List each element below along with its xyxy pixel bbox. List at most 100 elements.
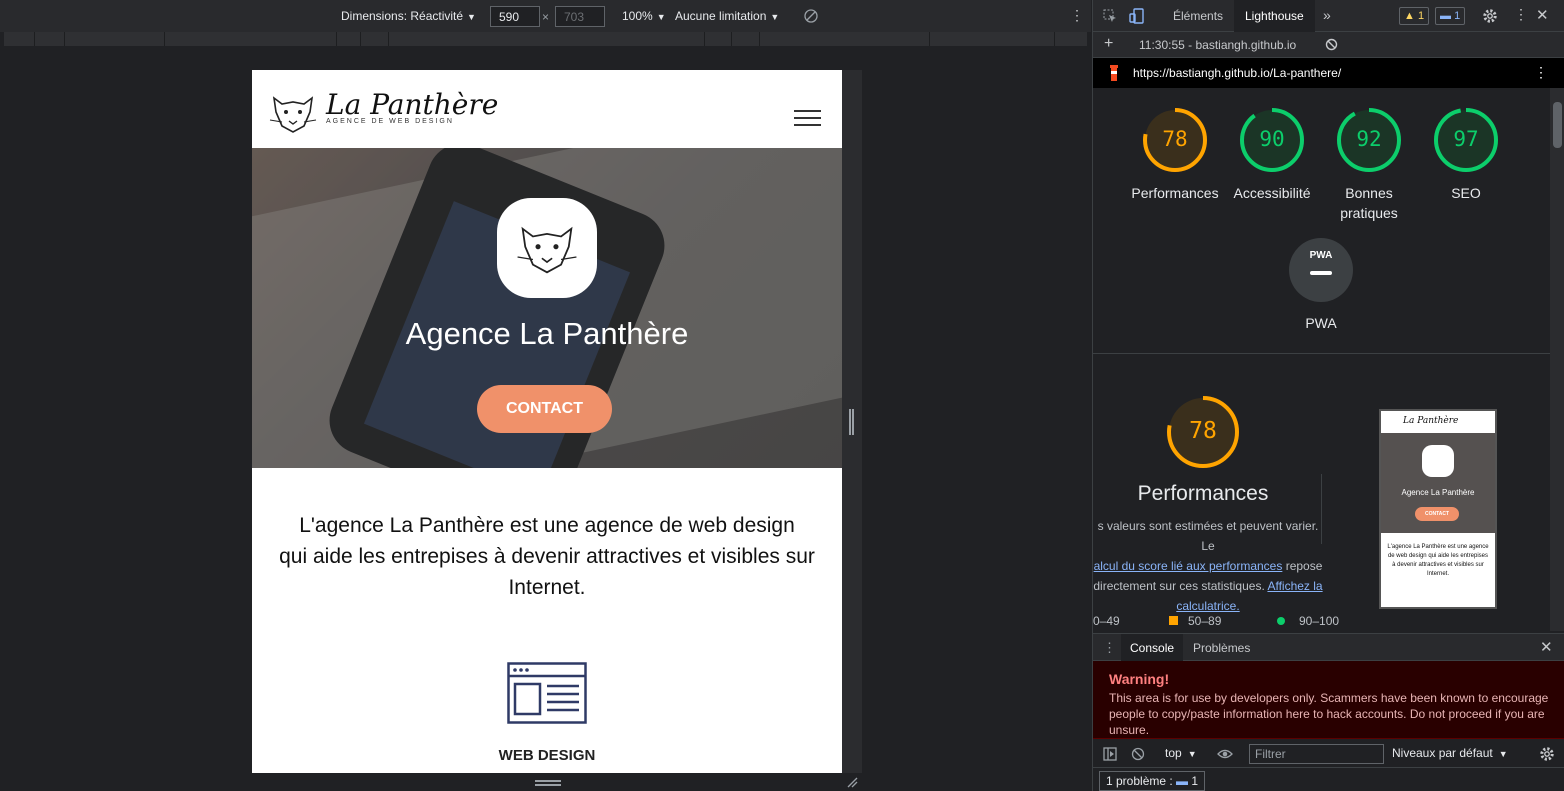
console-warning: Warning! This area is for use by develop… (1093, 661, 1564, 739)
warnings-badge[interactable]: ▲ 1 (1399, 7, 1430, 25)
contact-button[interactable]: CONTACT (477, 385, 612, 433)
tab-lighthouse[interactable]: Lighthouse (1234, 0, 1315, 32)
sidebar-toggle-icon[interactable] (1103, 747, 1117, 761)
live-expression-eye-icon[interactable] (1217, 747, 1233, 761)
throttle-value: Aucune limitation (675, 9, 767, 23)
score-label: Accessibilité (1233, 185, 1311, 201)
report-selector[interactable]: 11:30:55 - bastiangh.github.io (1139, 38, 1296, 52)
report-scrollbar[interactable] (1550, 88, 1564, 631)
score-label: SEO (1451, 185, 1481, 201)
lighthouse-icon (1110, 65, 1118, 81)
device-toolbar-icon[interactable] (1129, 8, 1145, 24)
score-gauge[interactable]: 78 (1142, 107, 1208, 173)
score-label: Bonnes pratiques (1340, 185, 1398, 221)
perf-desc-line3: directement sur ces statistiques. (1093, 579, 1265, 593)
console-settings-icon[interactable] (1539, 746, 1555, 762)
times-sign: × (542, 10, 550, 24)
legend-pass: 90–100 (1277, 614, 1339, 628)
perf-desc-prefix: s valeurs sont estimées et peuvent varie… (1097, 519, 1319, 553)
score-value: 92 (1356, 127, 1382, 151)
console-toolbar: top ▼ Filtrer Niveaux par défaut ▼ (1093, 740, 1564, 768)
legend-pass-range: 90–100 (1299, 614, 1340, 628)
warning-text: This area is for use by developers only.… (1109, 691, 1549, 737)
log-levels-dropdown[interactable]: Niveaux par défaut ▼ (1392, 746, 1508, 760)
thumbnail-hero: Agence La Panthère CONTACT (1381, 433, 1495, 533)
performance-gauge-large: 78 (1166, 395, 1240, 469)
clear-console-icon[interactable] (1131, 747, 1145, 761)
message-icon: ▬ (1440, 10, 1451, 22)
calculator-link[interactable]: calculatrice. (1176, 599, 1239, 613)
caret-down-icon: ▼ (1187, 749, 1197, 759)
score-gauge[interactable]: 92 (1336, 107, 1402, 173)
throttle-dropdown[interactable]: Aucune limitation ▼ (675, 9, 779, 23)
devtools-tabbar: Éléments Lighthouse » ▲ 1 ▬ 1 ⋮ ✕ (1093, 0, 1564, 32)
log-levels-value: Niveaux par défaut (1392, 746, 1493, 760)
dimensions-label: Dimensions: Réactivité (341, 9, 464, 23)
devtools-panel: Éléments Lighthouse » ▲ 1 ▬ 1 ⋮ ✕ + 11:3… (1092, 0, 1564, 791)
close-drawer-icon[interactable]: ✕ (1540, 638, 1553, 656)
settings-gear-icon[interactable] (1482, 8, 1498, 24)
height-input[interactable]: 703 (555, 6, 605, 27)
warnings-count: 1 (1417, 10, 1425, 22)
drawer-menu-icon[interactable]: ⋮ (1103, 640, 1116, 656)
report-menu-icon[interactable]: ⋮ (1534, 64, 1548, 81)
brand-title[interactable]: La Panthère (326, 88, 498, 121)
context-selector[interactable]: top ▼ (1165, 746, 1197, 760)
hamburger-menu-icon[interactable] (794, 110, 821, 126)
hero-title: Agence La Panthère (405, 316, 689, 351)
tab-problems[interactable]: Problèmes (1193, 641, 1250, 655)
more-tabs-icon[interactable]: » (1323, 7, 1331, 23)
inspect-element-icon[interactable] (1103, 9, 1117, 23)
more-options-icon[interactable]: ⋮ (1070, 7, 1084, 24)
hero-section: Agence La Panthère CONTACT (252, 148, 842, 468)
legend-fail-range: 0–49 (1093, 614, 1120, 628)
context-value: top (1165, 746, 1182, 760)
tab-elements[interactable]: Éléments (1173, 9, 1223, 23)
pwa-gauge[interactable]: PWA (1289, 238, 1353, 302)
messages-count: 1 (1454, 10, 1461, 22)
score-gauge[interactable]: 97 (1433, 107, 1499, 173)
resize-handle-bottom[interactable] (535, 780, 561, 786)
pass-circle-icon (1277, 617, 1285, 625)
score-value: 97 (1453, 127, 1479, 151)
panther-logo-icon[interactable] (268, 92, 318, 134)
caret-down-icon: ▼ (656, 12, 666, 22)
width-input[interactable]: 590 (490, 6, 540, 27)
thumbnail-hero-title: Agence La Panthère (1401, 488, 1475, 497)
performance-score-large: 78 (1189, 418, 1217, 444)
caret-down-icon: ▼ (467, 12, 476, 22)
hero-logo (497, 198, 597, 298)
problems-label: 1 problème : (1106, 774, 1173, 788)
report-url[interactable]: https://bastiangh.github.io/La-panthere/ (1133, 66, 1341, 80)
console-filter-input[interactable]: Filtrer (1249, 744, 1384, 764)
intro-text: L'agence La Panthère est une agence de w… (252, 510, 842, 603)
messages-badge[interactable]: ▬ 1 (1435, 7, 1466, 25)
screen-root: { "device_toolbar": { "dimensions_label"… (0, 0, 1564, 791)
devtools-more-icon[interactable]: ⋮ (1514, 6, 1528, 23)
resize-corner-icon[interactable] (846, 776, 858, 788)
pwa-badge-text: PWA (1309, 250, 1333, 261)
problems-count: 1 (1191, 774, 1199, 788)
clear-reports-icon[interactable] (1325, 38, 1338, 51)
score-calculation-link[interactable]: alcul du score lié aux performances (1094, 559, 1283, 573)
problems-counter[interactable]: 1 problème : ▬ 1 (1099, 771, 1206, 791)
lighthouse-report: 78 Performances 90 Accessibilité 92 Bonnes pra… (1093, 88, 1550, 631)
emulated-page: La Panthère AGENCE DE WEB DESIGN Agence … (252, 70, 842, 773)
score-value: 90 (1259, 127, 1285, 151)
caret-down-icon: ▼ (1498, 749, 1508, 759)
zoom-dropdown[interactable]: 100% ▼ (622, 9, 666, 23)
site-header: La Panthère AGENCE DE WEB DESIGN (252, 70, 842, 148)
close-devtools-icon[interactable]: ✕ (1536, 6, 1549, 24)
problems-message-icon: ▬ (1176, 774, 1189, 788)
zoom-value: 100% (622, 9, 653, 23)
dimensions-dropdown[interactable]: Dimensions: Réactivité ▼ (341, 9, 476, 23)
resize-handle-right[interactable] (849, 409, 854, 435)
rotate-icon[interactable] (803, 8, 819, 24)
pwa-badge-icon (1289, 238, 1353, 302)
score-gauge[interactable]: 90 (1239, 107, 1305, 173)
warning-icon: ▲ (1404, 10, 1415, 22)
screenshot-thumbnail[interactable]: La Panthère Agence La Panthère CONTACT L… (1379, 409, 1497, 609)
new-report-icon[interactable]: + (1104, 35, 1113, 53)
tab-console[interactable]: Console (1121, 634, 1184, 661)
view-calculator-link[interactable]: Affichez la (1267, 579, 1322, 593)
